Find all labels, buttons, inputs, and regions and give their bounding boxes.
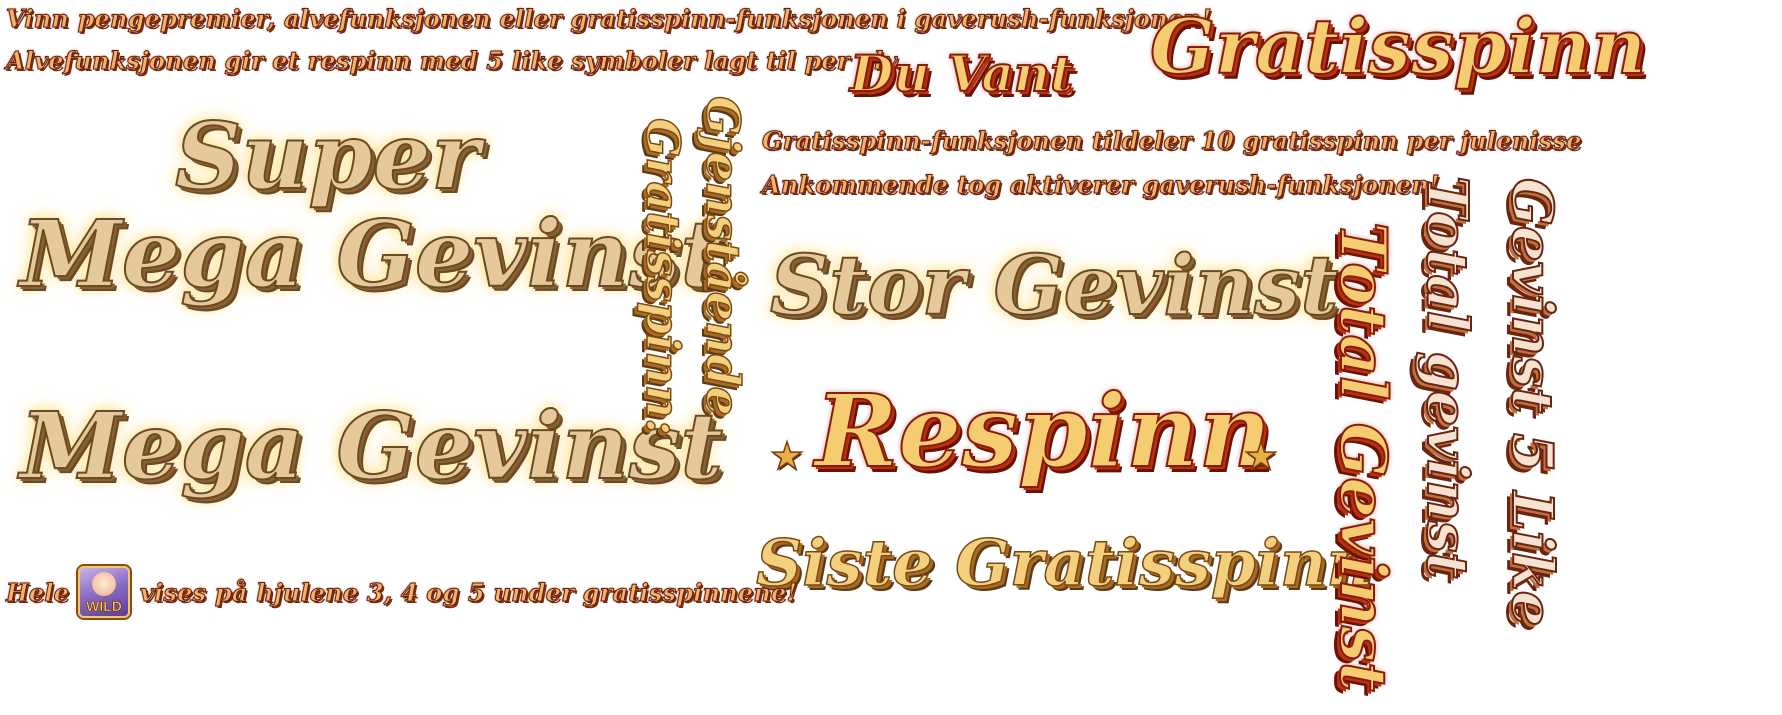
siste-gratisspinn-title: Siste Gratisspinn bbox=[755, 525, 1374, 602]
super-title: Super bbox=[174, 101, 481, 211]
info-line-prize: Vinn pengepremier, alvefunksjonen eller … bbox=[6, 4, 1213, 34]
elf-face-icon bbox=[92, 572, 116, 596]
wild-label: WILD bbox=[86, 598, 122, 615]
info-line-elf-feature: Alvefunksjonen gir et respinn med 5 like… bbox=[6, 46, 904, 76]
star-left-icon: ★ bbox=[769, 433, 805, 479]
info-line-freespins: Gratisspinn-funksjonen tildeler 10 grati… bbox=[762, 126, 1582, 156]
gevinst-5-like-vertical: Gevinst 5 Like bbox=[1498, 177, 1566, 627]
star-right-icon: ★ bbox=[1243, 433, 1279, 479]
mega-gevinst-title: Mega Gevinst bbox=[19, 391, 724, 501]
gratisspinn-title: Gratisspinn bbox=[1149, 1, 1647, 92]
total-gevinst-vertical-rose: Total gevinst bbox=[1413, 175, 1481, 579]
info-line-train: Ankommende tog aktiverer gaverush-funksj… bbox=[762, 170, 1440, 200]
respinn-title: Respinn bbox=[814, 371, 1272, 491]
total-gevinst-vertical-gold: Total Gevinst bbox=[1324, 221, 1401, 693]
wild-symbol-icon: WILD bbox=[78, 566, 130, 618]
gratisspinn-remaining-label: Gratisspinn: bbox=[635, 117, 691, 436]
stor-gevinst-title: Stor Gevinst bbox=[769, 237, 1339, 335]
gjenstaende-label: Gjenstående bbox=[695, 95, 751, 416]
bottom-info-prefix: Hele bbox=[5, 578, 70, 608]
super-mega-gevinst-title: Mega Gevinst bbox=[19, 199, 724, 309]
bottom-info-suffix: vises på hjulene 3, 4 og 5 under gratiss… bbox=[139, 578, 798, 608]
du-vant-title: Du Vant bbox=[849, 43, 1074, 104]
